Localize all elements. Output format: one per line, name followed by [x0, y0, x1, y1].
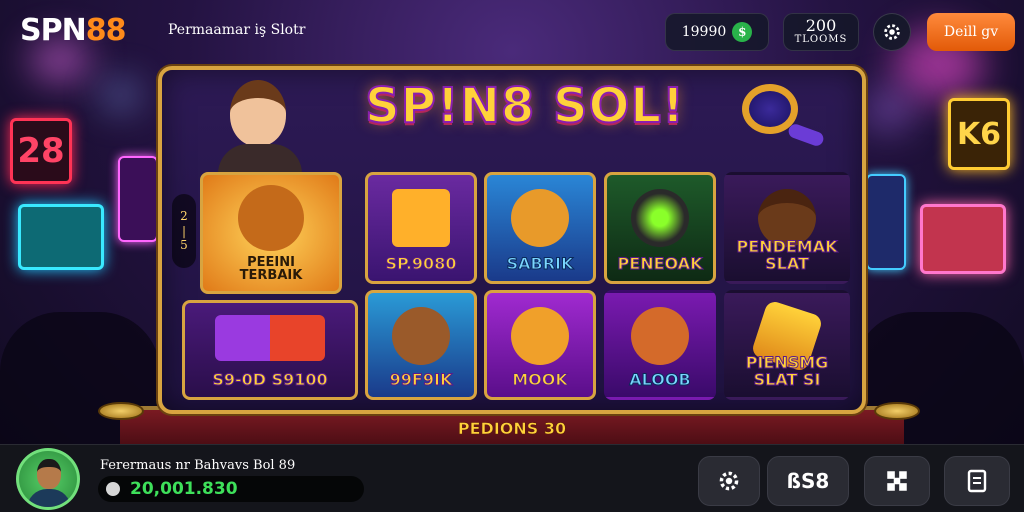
- menu-icon: [967, 469, 987, 493]
- status-dot-icon: [106, 482, 120, 496]
- game-tile-5[interactable]: PENDEMAK SLAT: [724, 172, 850, 284]
- settings-button[interactable]: [698, 456, 760, 506]
- game-tile-8[interactable]: MOOK: [484, 290, 596, 400]
- fox-mascot-icon: [511, 189, 569, 247]
- slot-machine-screen-right: [920, 204, 1006, 274]
- avatar-shirt: [27, 489, 71, 507]
- game-tile-3[interactable]: SABRIK: [484, 172, 596, 284]
- tophat-fox-icon: [631, 307, 689, 365]
- grid-icon: [887, 471, 907, 491]
- slot-machine-screen-left-2: [118, 156, 158, 242]
- spin-button[interactable]: ßS8: [767, 456, 849, 506]
- coin-stack-right: [874, 402, 920, 420]
- neon-sign-left: 28: [10, 118, 72, 184]
- hostess-body: [218, 144, 302, 174]
- hostess-head: [230, 80, 286, 146]
- game-tile-label: SP.9080: [385, 254, 457, 274]
- game-tile-7[interactable]: 99F9IK: [365, 290, 477, 400]
- game-tile-label-line2: SLAT: [765, 254, 810, 274]
- game-tile-label-line1: PEEINI: [247, 254, 295, 270]
- eye-lens-icon: [631, 189, 689, 247]
- side-level-separator: |: [181, 223, 187, 238]
- game-tile-1[interactable]: PEEINI TERBAIK: [200, 172, 342, 294]
- menu-button[interactable]: [944, 456, 1010, 506]
- cat-mascot-icon: [511, 307, 569, 365]
- avatar[interactable]: [16, 448, 80, 510]
- player-name: Ferermaus nr Bahvavs Bol 89: [100, 458, 296, 473]
- level-display[interactable]: 200 TLOOMS: [783, 13, 859, 51]
- site-tagline: Permaamar iş Slotr: [168, 22, 306, 38]
- gear-icon: [884, 24, 900, 40]
- settings-button-top[interactable]: [873, 13, 911, 51]
- gift-box-icon: [392, 189, 450, 247]
- level-number: 200: [805, 16, 837, 36]
- hat-lion-mascot-icon: [392, 307, 450, 365]
- game-tile-label: PENDEMAK SLAT: [736, 238, 838, 274]
- slot-machine-screen-right-2: [866, 174, 906, 270]
- game-tile-label: PENEOAK: [617, 254, 703, 274]
- side-level-top: 2: [180, 209, 188, 224]
- spotlight-left-small: [100, 80, 140, 110]
- game-tile-label: S9-0D S9100: [212, 370, 328, 390]
- game-tile-9[interactable]: ALOOB: [604, 290, 716, 400]
- hostess-character: [200, 72, 310, 174]
- game-tile-label: PEEINI TERBAIK: [240, 256, 303, 283]
- level-label: TLOOMS: [794, 34, 848, 46]
- game-tile-label-line2: TERBAIK: [239, 268, 303, 284]
- win-amount: 20,001.830: [130, 479, 238, 499]
- logo-text-main: SPN: [20, 13, 87, 48]
- game-tile-label: MOOK: [512, 370, 569, 390]
- game-tile-6[interactable]: S9-0D S9100: [182, 300, 358, 400]
- brand-logo[interactable]: SPN88: [20, 13, 127, 48]
- game-tile-label: 99F9IK: [389, 370, 453, 390]
- game-tile-4[interactable]: PENEOAK: [604, 172, 716, 284]
- side-level-indicator[interactable]: 2 | 5: [172, 194, 196, 268]
- game-tile-label: SABRIK: [506, 254, 574, 274]
- game-tile-label: ALOOB: [629, 370, 691, 390]
- game-tile-2[interactable]: SP.9080: [365, 172, 477, 284]
- balance-value: 19990: [681, 24, 727, 40]
- coin-icon: $: [732, 22, 753, 42]
- game-tile-10[interactable]: PIENSMG SLAT SI: [724, 290, 850, 400]
- game-tile-label: PIENSMG SLAT SI: [745, 354, 829, 390]
- magnifier-handle: [786, 122, 826, 148]
- lion-mascot-icon: [238, 185, 304, 251]
- slot-machine-screen-left: [18, 204, 104, 270]
- games-grid-button[interactable]: [864, 456, 930, 506]
- game-tile-label-line2: SLAT SI: [753, 370, 821, 390]
- game-title: SP!N8 SOL!: [364, 77, 685, 135]
- spotlight-right-small: [864, 90, 914, 130]
- magnifier-icon: [738, 80, 826, 150]
- logo-text-number: 88: [85, 13, 127, 48]
- treasure-chests-icon: [215, 315, 325, 361]
- neon-sign-right: K6: [948, 98, 1010, 170]
- win-amount-bar: 20,001.830: [98, 476, 364, 502]
- avatar-face: [37, 459, 61, 489]
- promo-banner[interactable]: PEDIONS 30: [400, 416, 624, 440]
- side-level-bottom: 5: [180, 238, 188, 253]
- balance-display[interactable]: 19990 $: [665, 13, 769, 51]
- gear-icon: [719, 471, 739, 491]
- deposit-button[interactable]: Deill gv: [927, 13, 1015, 51]
- coin-stack-left: [98, 402, 144, 420]
